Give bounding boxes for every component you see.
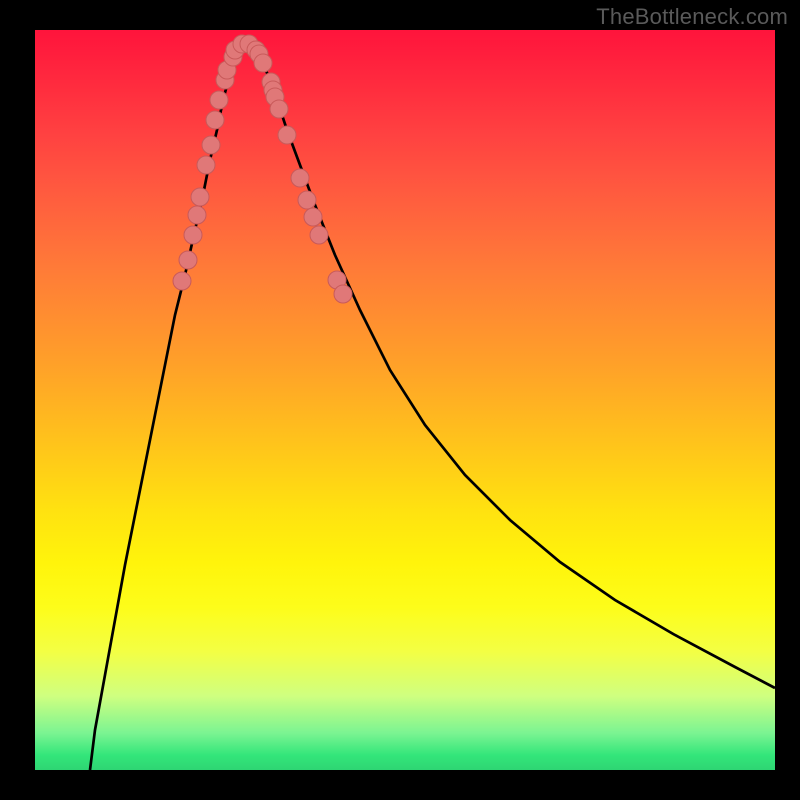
data-point bbox=[184, 226, 202, 244]
bottleneck-curve bbox=[90, 45, 775, 770]
data-point bbox=[278, 126, 296, 144]
data-point bbox=[334, 285, 352, 303]
data-point bbox=[291, 169, 309, 187]
data-point bbox=[304, 208, 322, 226]
data-points bbox=[173, 35, 352, 303]
plot-area bbox=[35, 30, 775, 770]
watermark-text: TheBottleneck.com bbox=[596, 4, 788, 30]
data-point bbox=[197, 156, 215, 174]
data-point bbox=[254, 54, 272, 72]
data-point bbox=[188, 206, 206, 224]
data-point bbox=[298, 191, 316, 209]
curve-svg bbox=[35, 30, 775, 770]
chart-frame: TheBottleneck.com bbox=[0, 0, 800, 800]
data-point bbox=[206, 111, 224, 129]
data-point bbox=[173, 272, 191, 290]
data-point bbox=[310, 226, 328, 244]
data-point bbox=[202, 136, 220, 154]
data-point bbox=[191, 188, 209, 206]
data-point bbox=[179, 251, 197, 269]
data-point bbox=[210, 91, 228, 109]
data-point bbox=[270, 100, 288, 118]
